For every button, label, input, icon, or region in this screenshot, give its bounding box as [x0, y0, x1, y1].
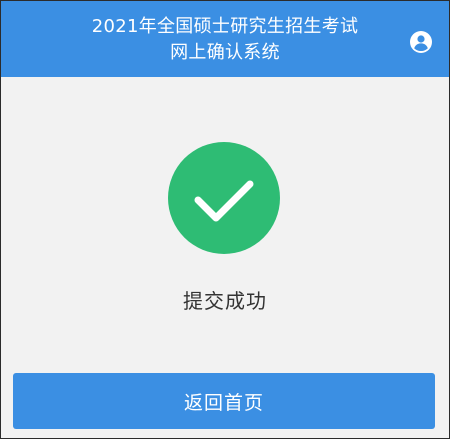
- return-home-button[interactable]: 返回首页: [13, 373, 435, 429]
- app-header: 2021年全国硕士研究生招生考试 网上确认系统: [1, 1, 449, 77]
- check-circle-icon: [168, 142, 280, 254]
- user-circle-icon: [410, 31, 432, 53]
- header-title-line-2: 网上确认系统: [170, 42, 280, 63]
- header-title-line-1: 2021年全国硕士研究生招生考试: [91, 16, 359, 37]
- user-account-button[interactable]: [409, 30, 433, 54]
- submit-success-message: 提交成功: [183, 289, 267, 313]
- page-frame: 2021年全国硕士研究生招生考试 网上确认系统 提交成功 返回首页: [0, 0, 450, 439]
